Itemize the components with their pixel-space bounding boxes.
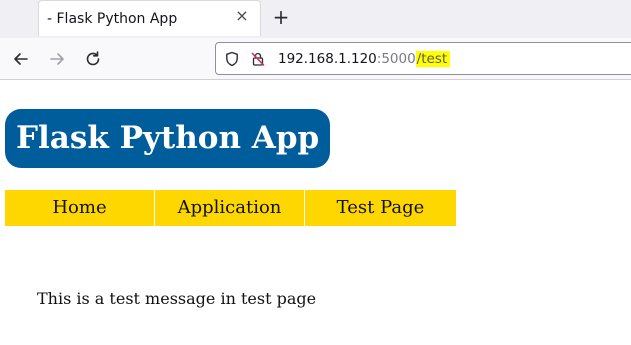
- menu-item-home[interactable]: Home: [5, 190, 155, 226]
- tab-title: - Flask Python App: [47, 11, 178, 27]
- url-port: :5000: [376, 51, 416, 67]
- test-message: This is a test message in test page: [37, 289, 317, 308]
- close-tab-icon[interactable]: ×: [234, 8, 250, 24]
- forward-button[interactable]: [47, 49, 67, 69]
- shield-icon[interactable]: [224, 51, 240, 71]
- main-menu: Home Application Test Page: [5, 190, 456, 226]
- url-text[interactable]: 192.168.1.120:5000/test: [278, 51, 451, 67]
- arrow-right-icon: [50, 53, 64, 65]
- tab-strip: - Flask Python App × +: [0, 0, 631, 39]
- arrow-left-icon: [14, 53, 28, 65]
- new-tab-icon[interactable]: +: [272, 7, 290, 27]
- reload-icon: [86, 51, 100, 66]
- site-title: Flask Python App: [5, 109, 331, 168]
- menu-item-test-page[interactable]: Test Page: [305, 190, 456, 226]
- back-button[interactable]: [11, 49, 31, 69]
- navigation-toolbar: 192.168.1.120:5000/test: [0, 38, 631, 80]
- insecure-lock-icon[interactable]: [250, 51, 266, 71]
- menu-item-application[interactable]: Application: [155, 190, 305, 226]
- browser-tab[interactable]: - Flask Python App ×: [38, 0, 261, 36]
- address-bar[interactable]: 192.168.1.120:5000/test: [215, 42, 631, 75]
- url-host: 192.168.1.120: [278, 51, 377, 67]
- url-path-highlighted: /test: [415, 51, 451, 67]
- reload-button[interactable]: [83, 49, 103, 69]
